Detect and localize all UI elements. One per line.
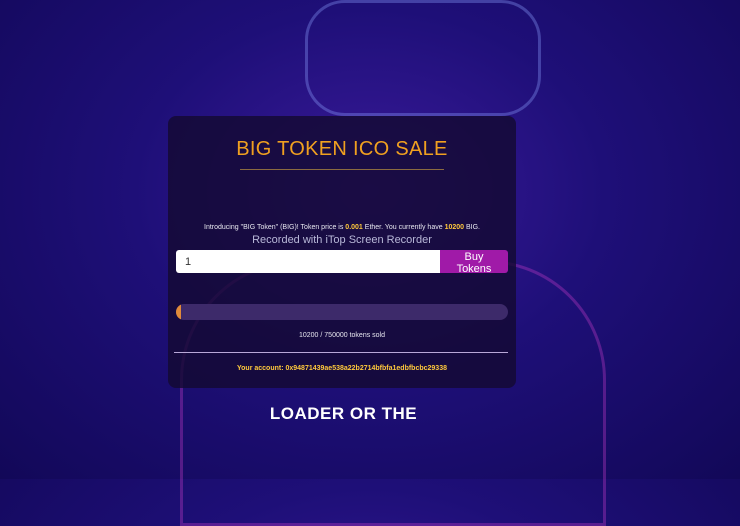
divider (174, 352, 508, 353)
intro-text: Introducing "BIG Token" (BIG)! Token pri… (168, 224, 516, 231)
intro-suffix: BIG. (464, 224, 480, 231)
background-headset-glow (305, 0, 541, 116)
sale-progress-fill (176, 304, 181, 320)
token-price: 0.001 (345, 224, 363, 231)
page-title: BIG TOKEN ICO SALE (236, 138, 448, 160)
buy-tokens-button[interactable]: Buy Tokens (440, 250, 508, 275)
title-divider (240, 169, 444, 170)
account-address: Your account: 0x94871439ae538a22b2714bfb… (237, 365, 447, 372)
intro-prefix: Introducing "BIG Token" (BIG)! Token pri… (204, 224, 346, 231)
recorder-watermark: Recorded with iTop Screen Recorder (252, 234, 432, 246)
token-balance: 10200 (444, 224, 465, 231)
intro-middle: Ether. You currently have (362, 224, 445, 231)
ico-sale-card: BIG TOKEN ICO SALE Introducing "BIG Toke… (168, 116, 516, 388)
loader-heading: LOADER OR THE (269, 404, 418, 423)
tokens-sold-text: 10200 / 750000 tokens sold (298, 332, 385, 339)
sale-progress-bar (176, 304, 508, 320)
token-quantity-input[interactable] (176, 250, 440, 273)
